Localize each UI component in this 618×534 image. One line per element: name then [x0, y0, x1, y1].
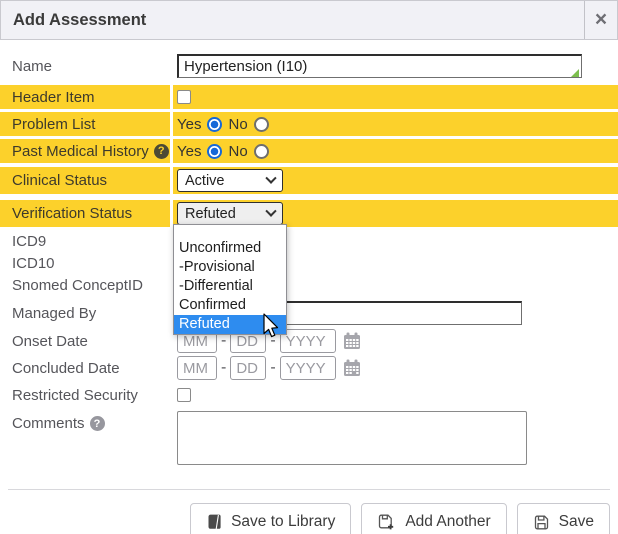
snomed-conceptid-label: Snomed ConceptID	[0, 277, 170, 294]
help-icon[interactable]: ?	[154, 144, 169, 159]
concluded-month-input[interactable]	[177, 356, 217, 380]
save-plus-icon	[377, 513, 396, 531]
problem-list-yes-label: Yes	[177, 116, 201, 133]
chevron-down-icon	[265, 172, 276, 183]
add-another-label: Add Another	[405, 513, 490, 531]
onset-date-label: Onset Date	[0, 333, 170, 350]
save-to-library-button[interactable]: Save to Library	[190, 503, 351, 534]
name-label: Name	[0, 58, 170, 75]
pmh-no-radio[interactable]	[254, 144, 269, 159]
dialog-title: Add Assessment	[1, 1, 584, 39]
close-icon: ×	[595, 9, 607, 30]
dropdown-option-refuted[interactable]: Refuted	[174, 315, 286, 334]
icd10-row: ICD10	[0, 253, 618, 273]
name-input[interactable]	[177, 54, 582, 78]
problem-list-yes-radio[interactable]	[207, 117, 222, 132]
comments-label: Comments	[12, 415, 85, 432]
past-medical-history-row: Past Medical History ? Yes No	[0, 139, 618, 163]
managed-by-row: Managed By	[0, 301, 618, 325]
verification-status-value: Refuted	[185, 206, 236, 222]
icd9-label: ICD9	[0, 233, 170, 250]
add-assessment-dialog: Add Assessment × Name Header Item Proble…	[0, 0, 618, 534]
help-icon[interactable]: ?	[90, 416, 105, 431]
snomed-row: Snomed ConceptID	[0, 275, 618, 295]
icd9-row: ICD9	[0, 231, 618, 251]
restricted-security-checkbox[interactable]	[177, 388, 191, 402]
input-resize-grip	[571, 69, 579, 77]
verification-status-select[interactable]: Refuted	[177, 202, 283, 225]
verification-status-label: Verification Status	[0, 200, 170, 227]
clinical-status-value: Active	[185, 173, 225, 189]
save-button[interactable]: Save	[517, 503, 610, 534]
calendar-icon[interactable]	[342, 331, 362, 351]
dropdown-option-confirmed[interactable]: Confirmed	[174, 296, 286, 315]
assessment-form: Name Header Item Problem List Yes No	[0, 40, 618, 534]
close-button[interactable]: ×	[584, 1, 617, 39]
pmh-yes-label: Yes	[177, 143, 201, 160]
icd10-label: ICD10	[0, 255, 170, 272]
problem-list-no-label: No	[228, 116, 247, 133]
dialog-header: Add Assessment ×	[0, 0, 618, 40]
save-to-library-label: Save to Library	[231, 513, 335, 531]
book-icon	[206, 514, 222, 530]
managed-by-label: Managed By	[0, 305, 170, 322]
clinical-status-row: Clinical Status Active	[0, 167, 618, 194]
header-item-row: Header Item	[0, 85, 618, 109]
footer-actions: Save to Library Add Another Save	[0, 490, 618, 534]
dropdown-option-differential[interactable]: -Differential	[174, 277, 286, 296]
onset-year-input[interactable]	[280, 329, 336, 353]
dropdown-option-unconfirmed[interactable]: Unconfirmed	[174, 239, 286, 258]
restricted-security-label: Restricted Security	[0, 387, 170, 404]
header-item-checkbox[interactable]	[177, 90, 191, 104]
clinical-status-select[interactable]: Active	[177, 169, 283, 192]
restricted-security-row: Restricted Security	[0, 383, 618, 407]
add-another-button[interactable]: Add Another	[361, 503, 506, 534]
save-label: Save	[559, 513, 594, 531]
verification-status-row: Verification Status Refuted	[0, 200, 618, 227]
dropdown-option-blank[interactable]	[174, 225, 286, 239]
concluded-day-input[interactable]	[230, 356, 266, 380]
problem-list-label: Problem List	[0, 112, 170, 136]
date-separator: -	[270, 359, 275, 377]
chevron-down-icon	[265, 205, 276, 216]
pmh-yes-radio[interactable]	[207, 144, 222, 159]
problem-list-row: Problem List Yes No	[0, 112, 618, 136]
clinical-status-label: Clinical Status	[0, 167, 170, 194]
past-medical-history-label: Past Medical History	[12, 143, 149, 160]
name-row: Name	[0, 54, 618, 78]
calendar-icon[interactable]	[342, 358, 362, 378]
header-item-label: Header Item	[0, 85, 170, 109]
comments-textarea[interactable]	[177, 411, 527, 465]
date-separator: -	[221, 359, 226, 377]
onset-date-row: Onset Date - -	[0, 329, 618, 353]
concluded-date-label: Concluded Date	[0, 360, 170, 377]
verification-status-dropdown: Unconfirmed -Provisional -Differential C…	[173, 224, 287, 335]
concluded-year-input[interactable]	[280, 356, 336, 380]
dropdown-option-provisional[interactable]: -Provisional	[174, 258, 286, 277]
concluded-date-row: Concluded Date - -	[0, 356, 618, 380]
pmh-no-label: No	[228, 143, 247, 160]
problem-list-no-radio[interactable]	[254, 117, 269, 132]
save-icon	[533, 514, 550, 531]
comments-row: Comments ?	[0, 411, 618, 465]
